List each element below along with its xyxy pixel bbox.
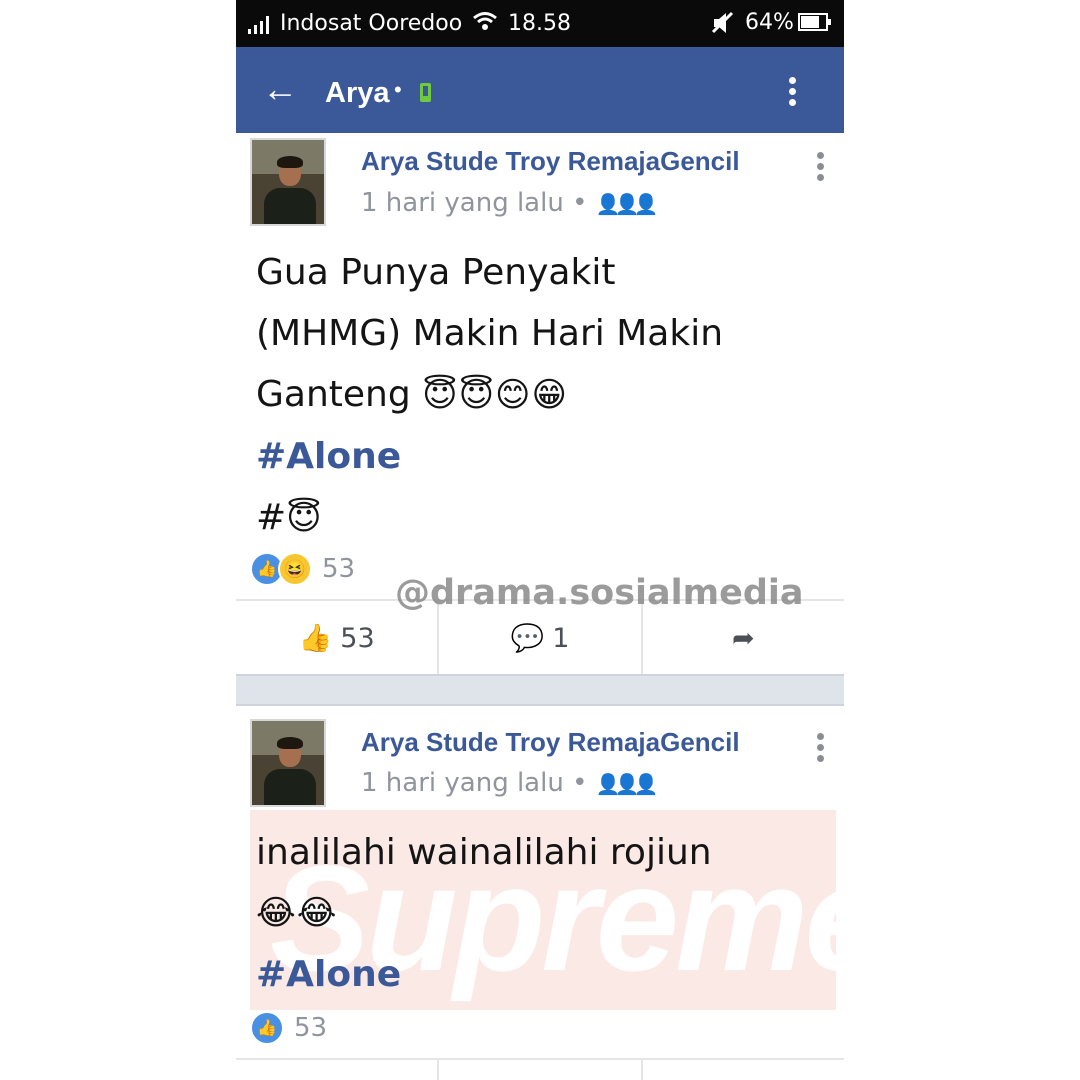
post-author-name[interactable]: Arya Stude Troy RemajaGencil — [361, 146, 740, 177]
reactions-summary[interactable]: 👍 53 — [250, 1010, 327, 1046]
post-author-name[interactable]: Arya Stude Troy RemajaGencil — [361, 727, 740, 758]
clock-time: 18.58 — [508, 11, 571, 36]
post-emoji: 😇😇😊😁 — [422, 375, 568, 415]
phone-screen: Indosat Ooredoo 18.58 64% ← Arya • Arya … — [236, 0, 844, 1080]
post-line: inalilahi wainalilahi rojiun — [256, 832, 712, 873]
signal-icon — [248, 16, 269, 34]
audience-friends-icon: 👤👤👤 — [595, 192, 659, 216]
post-emoji: 😂😂 — [256, 893, 338, 933]
like-count: 53 — [340, 622, 375, 654]
post-meta: 1 hari yang lalu • 👤👤👤 — [361, 768, 659, 798]
mute-icon — [710, 10, 736, 42]
post-action-bar — [236, 1058, 844, 1080]
post-line: Gua Punya Penyakit — [256, 252, 616, 293]
post-body: Gua Punya Penyakit (MHMG) Makin Hari Mak… — [256, 242, 826, 549]
post-divider — [236, 674, 844, 706]
profile-title[interactable]: Arya — [325, 77, 390, 110]
hashtag-link[interactable]: #Alone — [256, 426, 826, 487]
share-button[interactable] — [643, 1060, 844, 1080]
reaction-count: 53 — [322, 554, 356, 584]
post-options-icon[interactable] — [817, 152, 824, 185]
hash-symbol: # — [256, 497, 287, 538]
post-time: 1 hari yang lalu • — [361, 188, 588, 218]
post-line: (MHMG) Makin Hari Makin — [256, 313, 724, 354]
mobile-online-icon — [420, 83, 431, 102]
overflow-menu-icon[interactable] — [789, 77, 797, 110]
battery-icon — [798, 13, 831, 31]
back-arrow-icon[interactable]: ← — [262, 69, 298, 109]
comment-button[interactable] — [439, 1060, 643, 1080]
status-bar: Indosat Ooredoo 18.58 64% — [236, 0, 844, 47]
reactions-summary[interactable]: 👍 😆 53 — [250, 551, 355, 587]
like-button[interactable] — [236, 1060, 440, 1080]
top-app-bar: ← Arya • — [236, 47, 844, 133]
title-separator: • — [394, 77, 402, 102]
wifi-icon — [472, 10, 498, 40]
like-reaction-icon: 👍 — [250, 1011, 284, 1045]
watermark-text: @drama.sosialmedia — [395, 573, 804, 613]
hashtag-link[interactable]: #Alone — [256, 944, 826, 1005]
thumbs-up-icon: 👍 — [298, 623, 333, 654]
audience-friends-icon: 👤👤👤 — [595, 772, 659, 796]
reaction-count: 53 — [294, 1013, 328, 1043]
author-avatar[interactable] — [250, 719, 326, 807]
carrier-name: Indosat Ooredoo — [280, 11, 463, 36]
hash-emoji: 😇 — [286, 498, 323, 538]
battery-percentage: 64% — [745, 10, 794, 35]
post-body: inalilahi wainalilahi rojiun 😂😂 #Alone — [256, 822, 826, 1005]
comment-icon: 💬 — [510, 623, 545, 654]
author-avatar[interactable] — [250, 138, 326, 226]
post-meta: 1 hari yang lalu • 👤👤👤 — [361, 188, 659, 218]
comment-count: 1 — [552, 622, 570, 654]
post-options-icon[interactable] — [817, 733, 824, 766]
post-time: 1 hari yang lalu • — [361, 768, 588, 798]
haha-reaction-icon: 😆 — [278, 552, 312, 586]
post-line: Ganteng — [256, 374, 411, 415]
share-arrow-icon: ➦ — [732, 622, 755, 654]
